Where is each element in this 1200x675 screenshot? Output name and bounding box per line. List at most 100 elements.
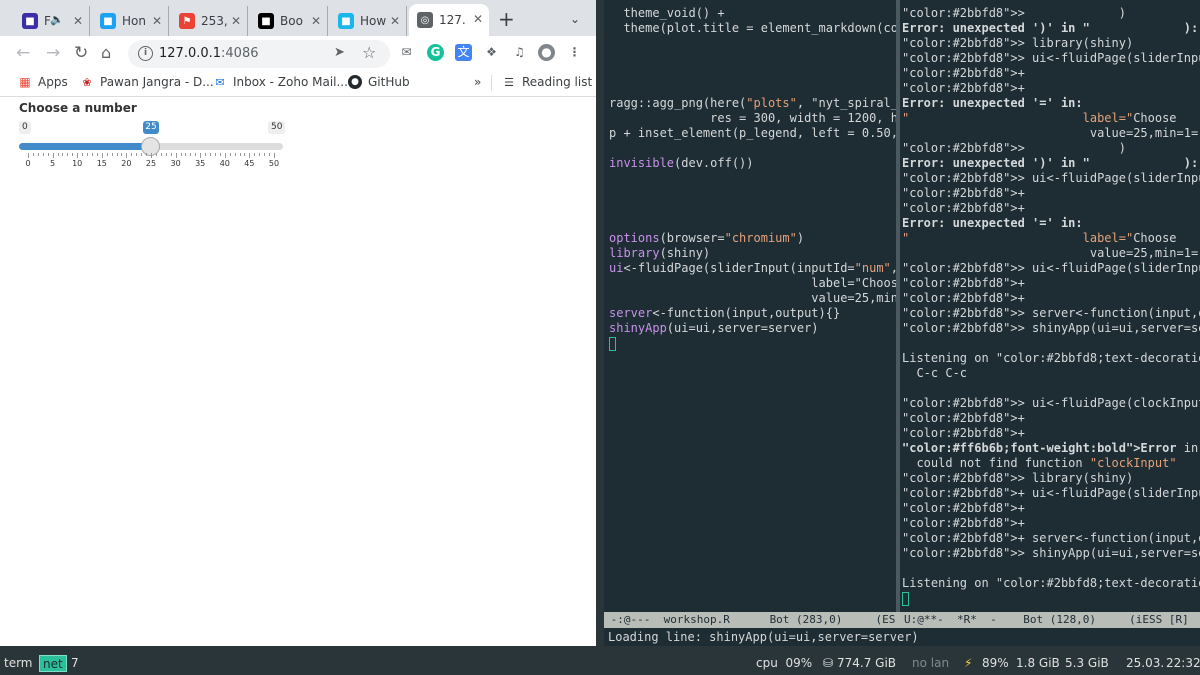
tick-label: 15 [96,159,107,168]
minor-tick [32,153,34,156]
repl-line: "color:#2bbfd8">> shinyApp(ui=ui,server=… [902,321,1200,335]
disk-indicator: 774.7 GiB [837,656,897,670]
reading-list-label: Reading list [522,75,593,89]
shiny-app-page: Choose a number 0 50 25 0 5 10 15 20 25 30 35 40… [0,97,596,646]
vimeo-icon: ■ [338,13,354,29]
minor-tick [264,153,266,156]
close-icon[interactable]: ✕ [231,14,241,28]
home-icon[interactable]: ⌂ [101,43,111,63]
close-icon[interactable]: ✕ [390,14,400,28]
tab-0[interactable]: ■ F ✕ 🔈 [14,6,90,36]
forward-arrow-icon[interactable]: → [46,43,60,63]
tab-search-chevron-icon[interactable]: ⌄ [570,12,580,26]
minor-tick [210,153,212,156]
close-icon[interactable]: ✕ [311,14,321,28]
editor-line: res = 300, width = 1200, he [609,111,896,125]
bookmark-star-icon[interactable]: ☆ [362,43,376,62]
repl-line: " label="Choose [902,231,1177,245]
tick-label: 45 [244,159,255,168]
repl-line: "color:#2bbfd8">+ value=25,min= [902,426,1025,440]
tick-label: 50 [268,159,280,168]
tick-label: 0 [25,159,31,168]
media-control-icon[interactable]: ♫ [511,44,528,61]
workspace-term[interactable]: term [4,655,33,672]
menu-kebab-icon[interactable]: ⋮ [566,44,583,61]
minor-tick [195,153,197,156]
workspace-number[interactable]: 7 [71,655,79,672]
editor-pane[interactable]: theme_void() + theme(plot.title = elemen… [604,0,896,612]
audio-playing-icon[interactable]: 🔈 [50,13,64,26]
editor-line: invisible(dev.off()) [609,156,754,170]
bookmark-apps[interactable]: ▦ Apps [18,75,67,89]
back-arrow-icon[interactable]: ← [16,43,30,63]
minor-tick [190,153,192,156]
tab-3[interactable]: ■ Boo ✕ [250,6,328,36]
repl-line: "color:#2bbfd8">> ui<-fluidPage(sliderIn… [902,261,1200,275]
send-tab-icon[interactable]: ➤ [334,45,345,60]
major-tick [249,153,251,158]
minor-tick [180,153,182,156]
tab-4[interactable]: ■ How ✕ [330,6,407,36]
bookmark-item-0[interactable]: ❀ Pawan Jangra - D... [80,75,213,89]
profile-avatar-icon[interactable]: ● [538,44,555,61]
bookmark-item-2[interactable]: ● GitHub [348,75,410,89]
editor-line: fac [609,51,896,65]
editor-line: theme(plot.title = element_markdown(col [609,21,896,35]
repl-line: "color:#2bbfd8">> library(shiny) [902,471,1134,485]
reload-icon[interactable]: ↻ [74,43,88,63]
repl-line: "color:#2bbfd8">> shinyApp(ui=ui,server=… [902,546,1200,560]
tab-2[interactable]: ⚑ 253, ✕ [171,6,248,36]
repl-line: "color:#2bbfd8">+ label="Choose [902,501,1025,515]
slider-label: Choose a number [19,101,137,115]
close-icon[interactable]: ✕ [73,14,83,28]
minor-tick [254,153,256,156]
battery-indicator: 89% [982,656,1009,670]
echo-area: Loading line: shinyApp(ui=ui,server=serv… [608,630,919,644]
minor-tick [155,153,157,156]
bookmarks-overflow-button[interactable]: » [474,75,481,89]
minor-tick [244,153,246,156]
repl-line: " label="Choose [902,111,1177,125]
chromium-window: ■ F ✕ 🔈 ■ Hon ✕ ⚑ 253, ✕ ■ Boo ✕ ■ How ✕ ◎ 127. ✕ + ⌄ ← → … [0,0,596,646]
overflow-chevron-icon: » [474,75,482,89]
disk-icon: ⛁ [823,656,834,670]
translate-icon[interactable]: 文 [455,44,472,61]
grammarly-icon[interactable]: G [427,44,444,61]
apps-grid-icon: ▦ [19,75,31,89]
address-bar[interactable]: i 127.0.0.1:4086 ➤ ☆ [128,40,390,68]
bookmark-item-1[interactable]: ✉ Inbox - Zoho Mail... [213,75,348,89]
r-console-pane[interactable]: "color:#2bbfd8">> ) Error: unexpected ')'… [900,0,1200,612]
tick-label: 40 [219,159,230,168]
slider-fill [19,143,151,150]
close-icon[interactable]: ✕ [152,14,162,28]
repl-line: "color:#2bbfd8">+ value=25,min= [902,291,1025,305]
repl-line: "color:#2bbfd8">> server<-function(input… [902,306,1200,320]
major-tick [151,153,152,158]
pawan-site-icon: ❀ [82,75,92,89]
editor-cursor [609,336,616,351]
clock-indicator: 22:32 [1166,656,1200,670]
extensions-puzzle-icon[interactable]: ❖ [483,44,500,61]
status-bar: term net 7 cpu 09% ⛁ 774.7 GiB no lan ⚡ … [0,652,1200,675]
major-tick [77,153,79,158]
site-info-icon[interactable]: i [138,46,153,61]
close-icon[interactable]: ✕ [473,12,483,26]
minor-tick [269,153,271,156]
twitter-icon: ■ [100,13,116,29]
analytics-tab-icon: ■ [22,13,38,29]
reading-list-button[interactable]: ☰ Reading list [502,75,592,89]
repl-line: "color:#2bbfd8">> ui<-fluidPage(sliderIn… [902,171,1200,185]
tick-label: 35 [195,159,206,168]
tab-5[interactable]: ◎ 127. ✕ [409,4,489,36]
tab-1[interactable]: ■ Hon ✕ [92,6,169,36]
bookmarks-bar: ▦ Apps ❀ Pawan Jangra - D... ✉ Inbox - Z… [0,70,596,97]
slider-max-label: 50 [268,121,286,134]
new-tab-button[interactable]: + [498,9,515,29]
url-text[interactable]: 127.0.0.1:4086 [159,46,259,61]
repl-line: "color:#2bbfd8">+ label="Choose [902,411,1025,425]
workspace-net[interactable]: net [39,655,67,672]
editor-line: label="Choose a [609,276,896,290]
minor-tick [62,153,64,156]
repl-line: "color:#2bbfd8">> ) [902,141,1126,155]
extension-scholar-icon[interactable]: ✉ [398,44,415,61]
